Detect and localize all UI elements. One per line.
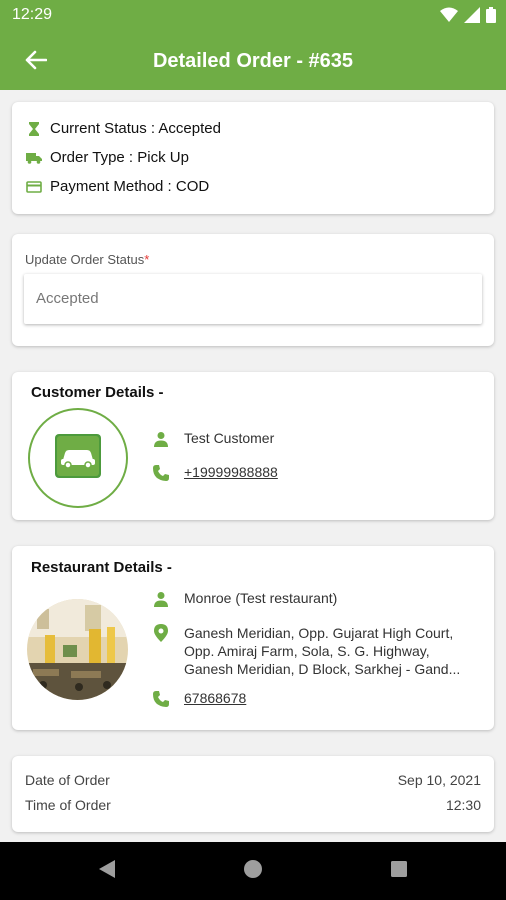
phone-icon [152, 464, 170, 482]
restaurant-phone-row[interactable]: 67868678 [152, 690, 246, 708]
address-line: Ganesh Meridian, D Block, Sarkhej - Gand… [184, 661, 461, 677]
order-summary-card: Current Status : Accepted Order Type : P… [12, 102, 494, 214]
order-type-text: Order Type : Pick Up [50, 149, 189, 166]
phone-icon [152, 690, 170, 708]
order-type-row: Order Type : Pick Up [26, 149, 189, 166]
square-recents-icon [390, 860, 408, 883]
nav-recents-button[interactable] [388, 860, 410, 882]
payment-method-row: Payment Method : COD [26, 178, 209, 195]
order-time-row: Time of Order 12:30 [25, 797, 481, 813]
app-bar: Detailed Order - #635 [0, 32, 506, 90]
customer-name: Test Customer [184, 430, 275, 446]
system-nav-bar [0, 842, 506, 900]
card-icon [26, 179, 42, 195]
restaurant-details-card: Restaurant Details - Monroe (Test restau… [12, 546, 494, 730]
customer-avatar [28, 408, 128, 508]
nav-home-button[interactable] [242, 859, 264, 884]
location-pin-icon [152, 624, 170, 642]
status-icons [440, 7, 496, 28]
update-status-card: Update Order Status* Accepted [12, 234, 494, 346]
address-line: Ganesh Meridian, Opp. Gujarat High Court… [184, 625, 454, 641]
customer-section-title: Customer Details - [31, 384, 164, 401]
order-date-label: Date of Order [25, 772, 110, 788]
update-status-label: Update Order Status* [25, 252, 150, 267]
restaurant-name-row: Monroe (Test restaurant) [152, 590, 337, 608]
signal-icon [464, 7, 480, 28]
order-status-dropdown[interactable]: Accepted [24, 274, 482, 324]
car-icon [55, 433, 101, 483]
required-mark: * [144, 252, 150, 267]
current-status-text: Current Status : Accepted [50, 120, 221, 137]
page-title: Detailed Order - #635 [152, 50, 354, 72]
person-icon [152, 430, 170, 448]
status-time: 12:29 [12, 6, 53, 23]
customer-details-card: Customer Details - Test Customer +199999… [12, 372, 494, 520]
battery-icon [486, 7, 496, 28]
restaurant-name: Monroe (Test restaurant) [184, 590, 338, 606]
restaurant-section-title: Restaurant Details - [31, 559, 172, 576]
circle-home-icon [243, 859, 263, 884]
customer-phone-link[interactable]: +19999988888 [184, 464, 278, 480]
nav-back-button[interactable] [96, 859, 118, 884]
current-status-row: Current Status : Accepted [26, 120, 221, 137]
order-time-label: Time of Order [25, 797, 111, 813]
triangle-back-icon [98, 859, 116, 884]
payment-method-text: Payment Method : COD [50, 178, 210, 195]
wifi-icon [440, 7, 458, 28]
customer-phone-row[interactable]: +19999988888 [152, 464, 278, 482]
order-time-card: Date of Order Sep 10, 2021 Time of Order… [12, 756, 494, 832]
hourglass-icon [26, 121, 42, 137]
customer-name-row: Test Customer [152, 430, 274, 448]
truck-icon [26, 150, 42, 166]
status-bar: 12:29 [0, 0, 506, 32]
restaurant-phone-link[interactable]: 67868678 [184, 690, 246, 706]
order-time-value: 12:30 [445, 797, 481, 813]
restaurant-image [27, 599, 128, 700]
order-date-value: Sep 10, 2021 [397, 772, 481, 788]
restaurant-address-row: Ganesh Meridian, Opp. Gujarat High Court… [152, 624, 460, 678]
person-icon [152, 590, 170, 608]
restaurant-address: Ganesh Meridian, Opp. Gujarat High Court… [184, 624, 460, 678]
order-date-row: Date of Order Sep 10, 2021 [25, 772, 481, 788]
address-line: Opp. Amiraj Farm, Sola, S. G. Highway, [184, 643, 430, 659]
